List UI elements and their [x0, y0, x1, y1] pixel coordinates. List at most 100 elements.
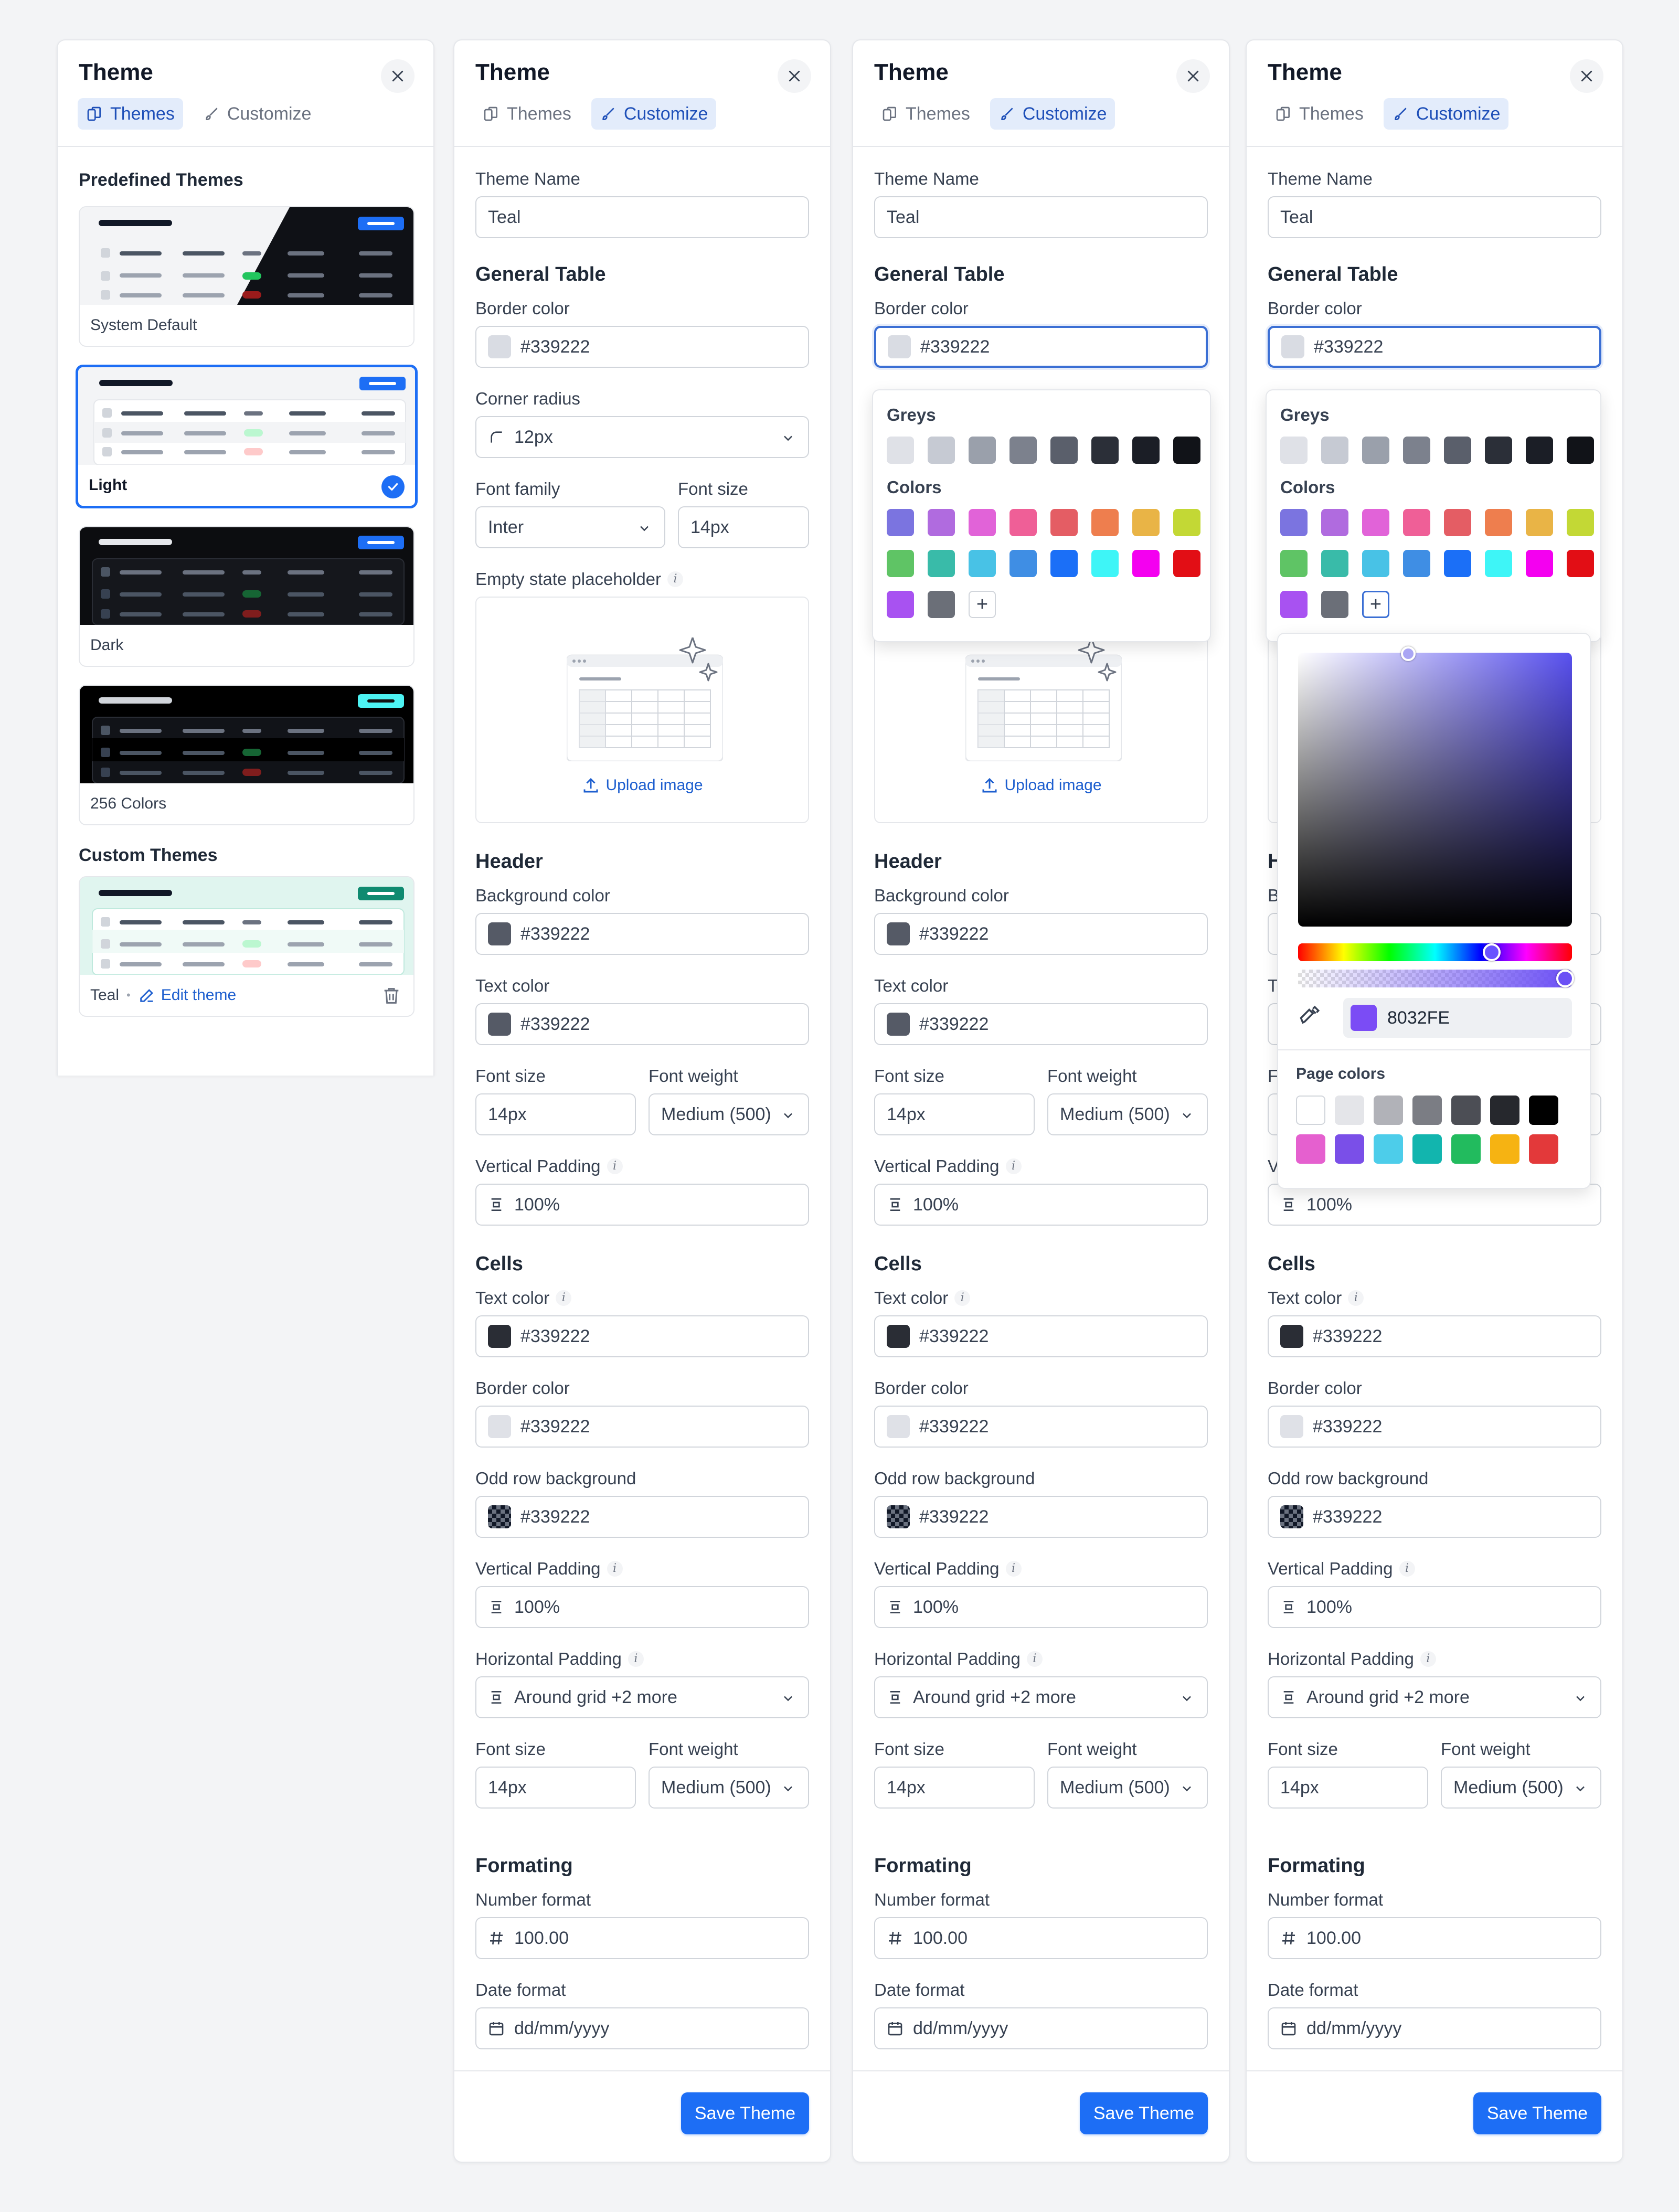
color-swatch[interactable]	[887, 1415, 910, 1438]
color-swatch[interactable]	[1321, 509, 1348, 536]
upload-image-button[interactable]: Upload image	[875, 776, 1207, 795]
cell-hpad-select[interactable]: Around grid +2 more	[475, 1676, 809, 1718]
theme-name-input[interactable]: Teal	[874, 196, 1208, 238]
color-swatch[interactable]	[1280, 1505, 1303, 1528]
color-swatch[interactable]	[887, 1325, 910, 1348]
odd-row-bg-input[interactable]: #339222	[475, 1496, 809, 1538]
info-icon[interactable]: i	[1005, 1158, 1022, 1174]
color-swatch[interactable]	[1321, 591, 1348, 618]
color-swatch[interactable]	[969, 509, 996, 536]
theme-card-system-default[interactable]: System Default	[79, 206, 415, 347]
cell-hpad-select[interactable]: Around grid +2 more	[874, 1676, 1208, 1718]
theme-card-256-colors[interactable]: 256 Colors	[79, 685, 415, 825]
grey-swatch[interactable]	[1132, 437, 1160, 464]
color-swatch[interactable]	[1362, 509, 1389, 536]
font-size-input[interactable]: 14px	[678, 506, 809, 548]
color-swatch[interactable]	[488, 1013, 511, 1036]
empty-state-dropzone[interactable]: Upload image	[475, 597, 809, 823]
odd-row-bg-input[interactable]: #339222	[1268, 1496, 1601, 1538]
color-swatch[interactable]	[887, 1013, 910, 1036]
close-button[interactable]	[1176, 59, 1210, 93]
tab-customize[interactable]: Customize	[195, 98, 320, 130]
header-bg-color-input[interactable]: #339222	[874, 913, 1208, 955]
save-theme-button[interactable]: Save Theme	[1079, 2092, 1208, 2134]
eyedropper-icon[interactable]	[1299, 1004, 1321, 1026]
header-font-weight-select[interactable]: Medium (500)	[649, 1093, 809, 1135]
number-format-input[interactable]: 100.00	[874, 1917, 1208, 1959]
cell-text-color-input[interactable]: #339222	[874, 1315, 1208, 1357]
add-color-button[interactable]: +	[969, 591, 996, 618]
odd-row-bg-input[interactable]: #339222	[874, 1496, 1208, 1538]
page-color-swatch[interactable]	[1451, 1134, 1481, 1164]
info-icon[interactable]: i	[556, 1290, 572, 1306]
theme-name-input[interactable]: Teal	[1268, 196, 1601, 238]
border-color-input[interactable]: #339222	[874, 326, 1208, 368]
grey-swatch[interactable]	[1485, 437, 1512, 464]
trash-icon[interactable]	[381, 985, 402, 1006]
save-theme-button[interactable]: Save Theme	[1473, 2092, 1601, 2134]
color-swatch[interactable]	[1132, 550, 1160, 577]
tab-customize[interactable]: Customize	[591, 98, 717, 130]
color-swatch[interactable]	[887, 1505, 910, 1528]
color-swatch[interactable]	[1444, 509, 1471, 536]
number-format-input[interactable]: 100.00	[475, 1917, 809, 1959]
header-font-size-input[interactable]: 14px	[874, 1093, 1035, 1135]
cell-border-color-input[interactable]: #339222	[1268, 1406, 1601, 1448]
color-swatch[interactable]	[928, 591, 955, 618]
color-swatch[interactable]	[887, 591, 914, 618]
border-color-input[interactable]: #339222	[1268, 326, 1601, 368]
color-swatch[interactable]	[1280, 1325, 1303, 1348]
hue-handle[interactable]	[1483, 943, 1501, 961]
cell-text-color-input[interactable]: #339222	[1268, 1315, 1601, 1357]
page-color-swatch[interactable]	[1490, 1096, 1519, 1125]
info-icon[interactable]: i	[607, 1561, 623, 1577]
hue-slider[interactable]	[1298, 943, 1572, 961]
upload-image-button[interactable]: Upload image	[476, 776, 808, 795]
grey-swatch[interactable]	[1526, 437, 1553, 464]
page-color-swatch[interactable]	[1451, 1096, 1481, 1125]
edit-theme-link[interactable]: Edit theme	[138, 986, 236, 1004]
color-swatch[interactable]	[1050, 550, 1078, 577]
color-swatch[interactable]	[1485, 509, 1512, 536]
color-swatch[interactable]	[1009, 550, 1037, 577]
color-swatch[interactable]	[1444, 550, 1471, 577]
cell-font-weight-select[interactable]: Medium (500)	[1441, 1767, 1601, 1809]
date-format-input[interactable]: dd/mm/yyyy	[874, 2007, 1208, 2049]
cell-font-weight-select[interactable]: Medium (500)	[1047, 1767, 1208, 1809]
info-icon[interactable]: i	[1420, 1651, 1436, 1667]
page-color-swatch[interactable]	[1374, 1096, 1403, 1125]
color-swatch[interactable]	[1281, 335, 1304, 358]
color-swatch[interactable]	[488, 1505, 511, 1528]
info-icon[interactable]: i	[1005, 1561, 1022, 1577]
grey-swatch[interactable]	[969, 437, 996, 464]
color-swatch[interactable]	[1009, 509, 1037, 536]
page-color-swatch[interactable]	[1412, 1134, 1442, 1164]
page-color-swatch[interactable]	[1490, 1134, 1519, 1164]
header-text-color-input[interactable]: #339222	[475, 1003, 809, 1045]
theme-card-teal[interactable]: Teal • Edit theme	[79, 876, 415, 1017]
date-format-input[interactable]: dd/mm/yyyy	[475, 2007, 809, 2049]
page-color-swatch[interactable]	[1529, 1134, 1558, 1164]
number-format-input[interactable]: 100.00	[1268, 1917, 1601, 1959]
tab-customize[interactable]: Customize	[990, 98, 1115, 130]
color-swatch[interactable]	[928, 509, 955, 536]
saturation-handle[interactable]	[1401, 646, 1416, 661]
color-swatch[interactable]	[1280, 1415, 1303, 1438]
grey-swatch[interactable]	[1280, 437, 1308, 464]
grey-swatch[interactable]	[1091, 437, 1119, 464]
header-vpad-input[interactable]: 100%	[475, 1184, 809, 1226]
grey-swatch[interactable]	[1173, 437, 1200, 464]
color-swatch[interactable]	[488, 335, 511, 358]
cell-vpad-input[interactable]: 100%	[475, 1586, 809, 1628]
corner-radius-select[interactable]: 12px	[475, 416, 809, 458]
cell-vpad-input[interactable]: 100%	[1268, 1586, 1601, 1628]
color-swatch[interactable]	[888, 335, 911, 358]
cell-font-size-input[interactable]: 14px	[475, 1767, 636, 1809]
grey-swatch[interactable]	[1321, 437, 1348, 464]
color-swatch[interactable]	[969, 550, 996, 577]
page-color-swatch[interactable]	[1296, 1096, 1325, 1125]
page-color-swatch[interactable]	[1412, 1096, 1442, 1125]
tab-themes[interactable]: Themes	[873, 98, 979, 130]
theme-name-input[interactable]: Teal	[475, 196, 809, 238]
tab-themes[interactable]: Themes	[78, 98, 183, 130]
